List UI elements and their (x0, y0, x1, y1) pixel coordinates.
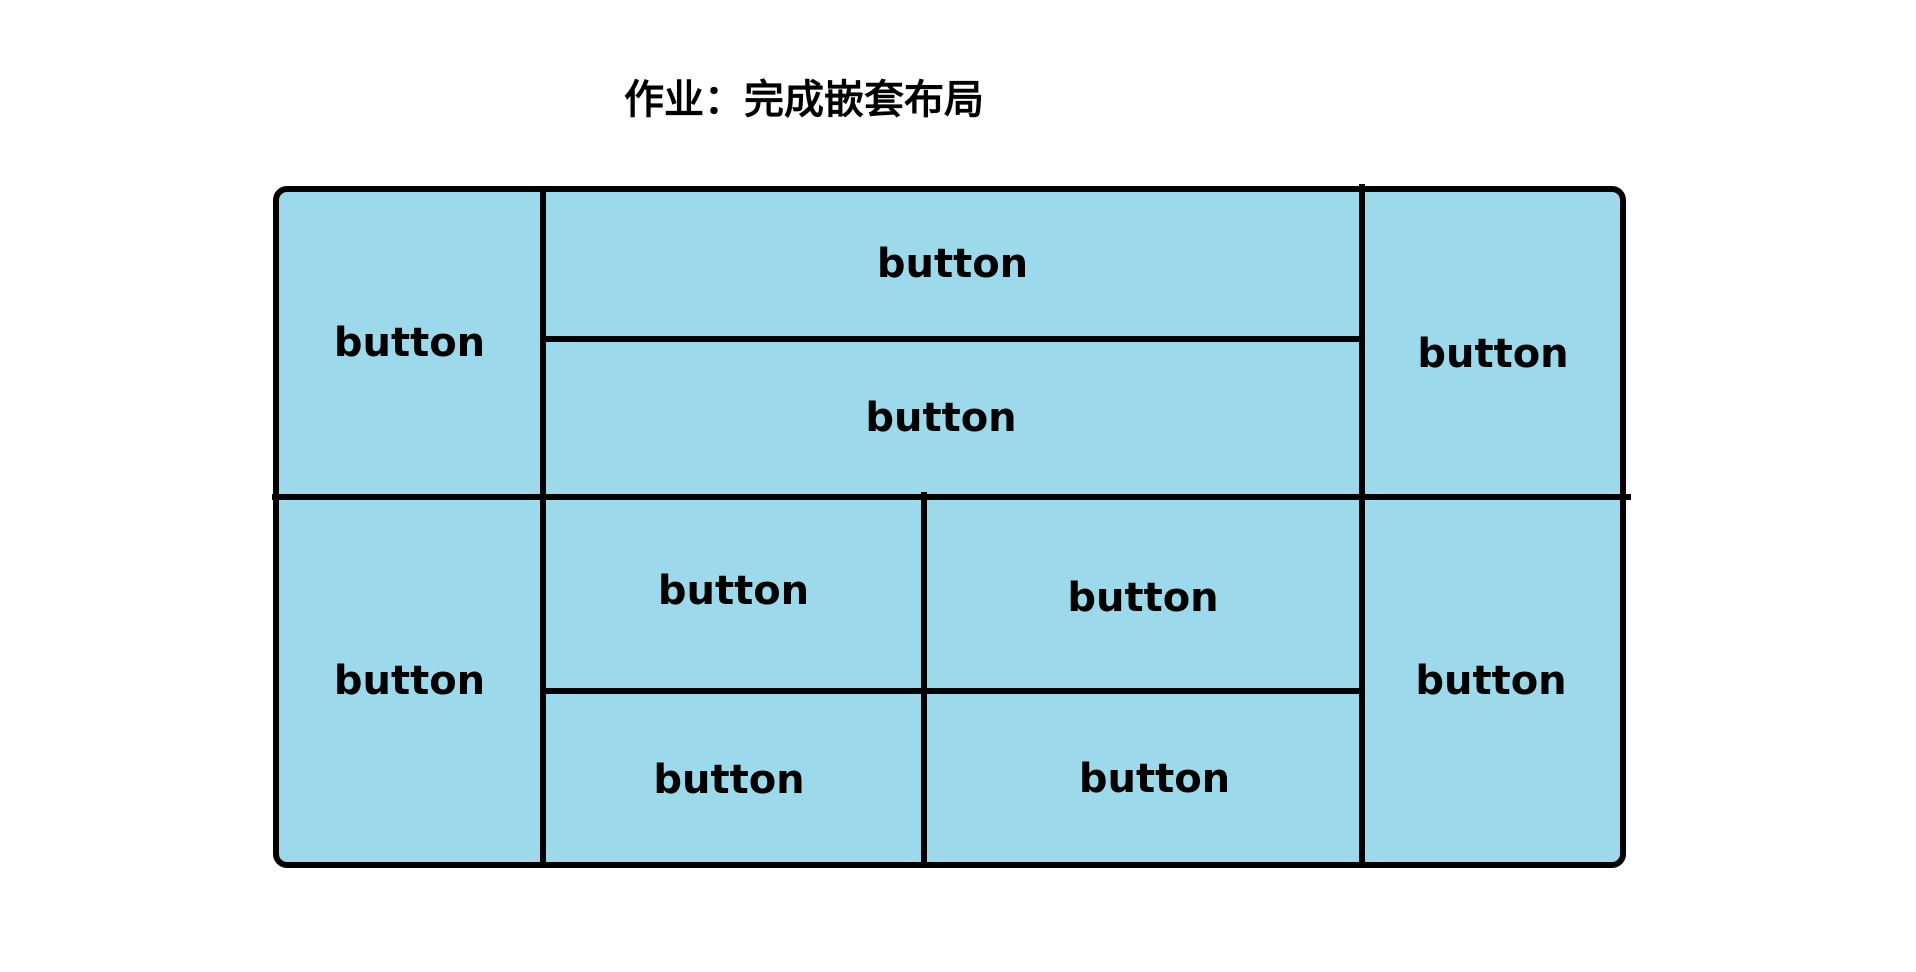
center-top-button[interactable]: button (546, 192, 1359, 336)
grid-top-right-button[interactable]: button (927, 500, 1359, 696)
left-bottom-button[interactable]: button (279, 500, 540, 862)
grid-bottom-left-button[interactable]: button (546, 694, 912, 866)
grid-bottom-right-button[interactable]: button (927, 694, 1382, 864)
page-title: 作业：完成嵌套布局 (624, 77, 984, 123)
grid-top-left-button[interactable]: button (546, 500, 921, 682)
right-top-button[interactable]: button (1365, 192, 1621, 516)
left-top-button[interactable]: button (279, 192, 540, 494)
center-middle-button[interactable]: button (546, 342, 1336, 494)
right-bottom-button[interactable]: button (1365, 500, 1617, 862)
